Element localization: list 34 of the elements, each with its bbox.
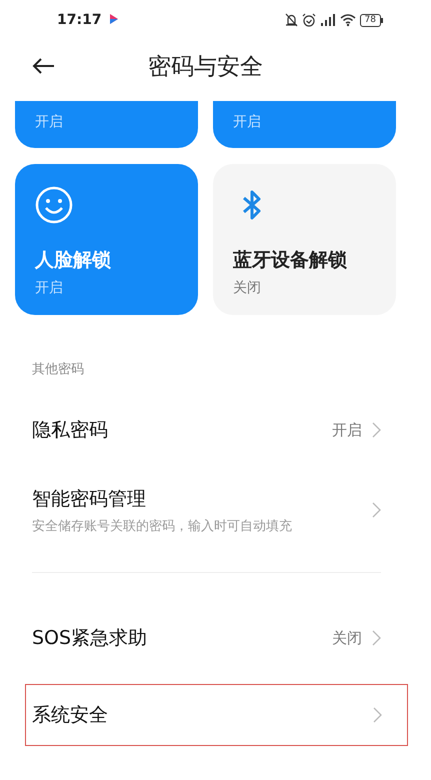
tile-status: 关闭 (233, 279, 262, 297)
chevron-icon (372, 630, 381, 646)
alarm-icon (302, 13, 316, 27)
unlock-tile[interactable]: 人脸解锁 开启 (15, 164, 198, 315)
section-label: 其他密码 (31, 361, 85, 379)
row-title: 智能密码管理 (32, 486, 147, 512)
tile-title: 蓝牙设备解锁 (233, 248, 348, 273)
clock-time: 17:17 (57, 12, 102, 28)
row-title: 隐私密码 (32, 418, 108, 443)
chevron-icon (372, 422, 381, 438)
smiley-face-icon (35, 186, 73, 224)
muted-bell-icon (284, 13, 298, 27)
app-icon (108, 13, 120, 27)
row-subtitle: 安全储存账号关联的密码，输入时可自动填充 (32, 518, 292, 534)
tile-title: 人脸解锁 (35, 248, 112, 273)
row-value: 关闭 (332, 628, 362, 648)
row-title: 系统安全 (32, 703, 108, 728)
page-title: 密码与安全 (148, 52, 263, 82)
tile-status: 开启 (35, 113, 64, 131)
tile-status: 开启 (35, 279, 64, 297)
chevron-icon (372, 502, 381, 518)
settings-row[interactable]: 系统安全 (25, 684, 408, 746)
wifi-icon (340, 13, 356, 27)
settings-row[interactable]: 智能密码管理 安全储存账号关联的密码，输入时可自动填充 (0, 470, 431, 550)
back-arrow-icon (32, 57, 56, 75)
chevron-icon (373, 707, 382, 723)
unlock-tile[interactable]: 蓝牙设备解锁 关闭 (213, 164, 396, 315)
tile-status: 开启 (233, 113, 262, 131)
signal-icon (320, 13, 336, 27)
row-value: 开启 (332, 420, 362, 440)
battery-level: 78 (364, 15, 376, 25)
settings-row[interactable]: 隐私密码 开启 (0, 390, 431, 470)
row-title: SOS紧急求助 (32, 626, 148, 651)
settings-row[interactable]: SOS紧急求助 关闭 (0, 598, 431, 678)
